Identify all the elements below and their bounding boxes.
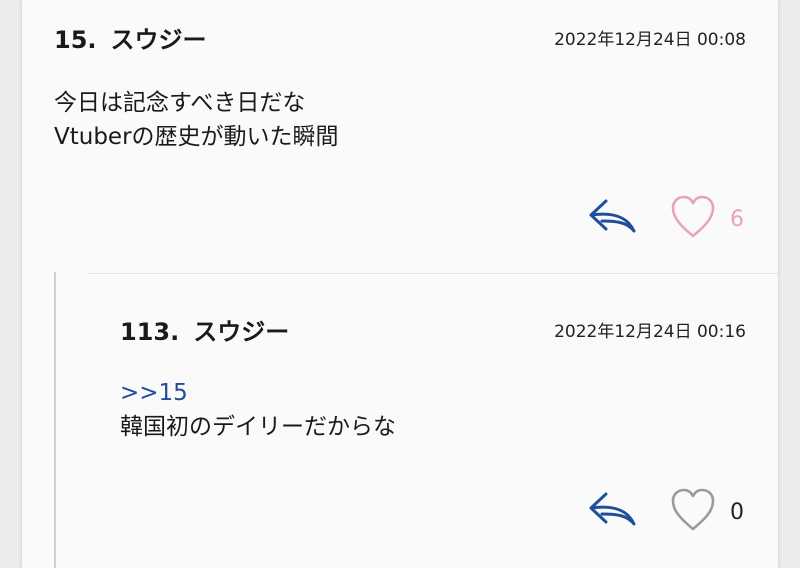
post-actions: 6 [588,194,744,244]
post-number[interactable]: 113. [120,318,179,346]
post-header: 113. スウジー [120,312,289,347]
post-line: 韓国初のデイリーだからな [120,414,396,440]
heart-icon[interactable] [670,487,716,537]
post-actions: 0 [588,487,744,537]
post-date: 2022年12月24日 00:08 [554,30,746,50]
heart-icon[interactable] [670,194,716,244]
post-body: 今日は記念すべき日だな Vtuberの歴史が動いた瞬間 [54,86,339,154]
thread-card: 15. スウジー 2022年12月24日 00:08 今日は記念すべき日だな V… [22,0,778,568]
post-author[interactable]: スウジー [193,312,289,347]
post-date: 2022年12月24日 00:16 [554,322,746,342]
reply-arrow-icon[interactable] [588,197,636,241]
like-count: 6 [730,206,744,232]
post-number[interactable]: 15. [54,26,97,54]
post-line: Vtuberの歴史が動いた瞬間 [54,124,339,150]
post-body: >>15 韓国初のデイリーだからな [120,376,396,444]
post-line: 今日は記念すべき日だな [54,90,306,116]
reply-indent-bar [54,272,56,568]
reply-arrow-icon[interactable] [588,490,636,534]
post-header: 15. スウジー [54,20,207,55]
post-author[interactable]: スウジー [111,20,207,55]
reply-anchor-link[interactable]: >>15 [120,376,396,410]
post-divider [88,273,778,274]
like-count: 0 [730,499,744,525]
